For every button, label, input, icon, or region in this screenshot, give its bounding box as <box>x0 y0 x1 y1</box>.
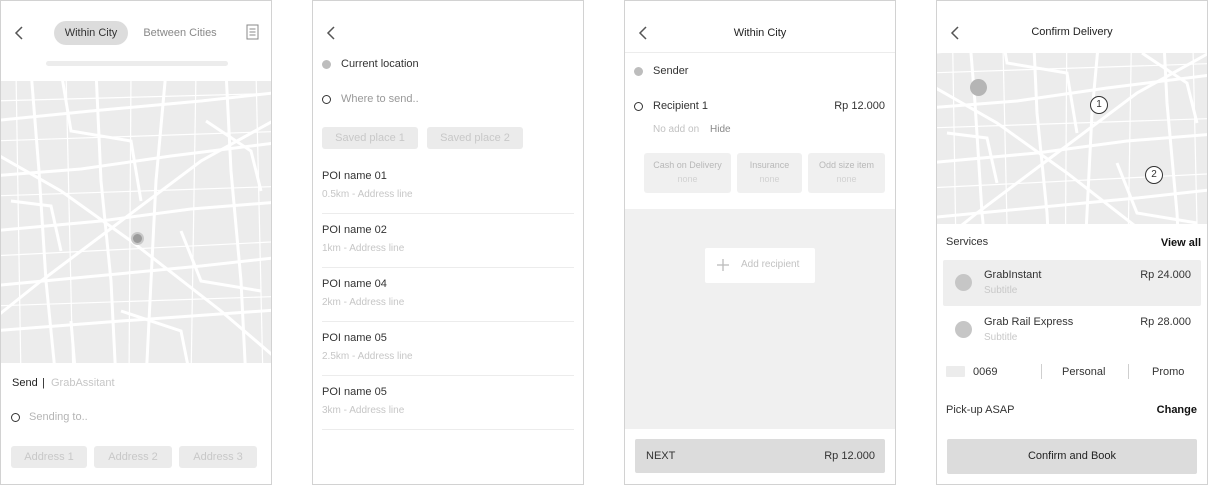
divider <box>322 213 574 214</box>
route-map[interactable]: 1 2 <box>937 53 1207 224</box>
address-chip-2[interactable]: Address 2 <box>94 446 172 468</box>
recipient-label[interactable]: Recipient 1 <box>653 100 708 112</box>
dropoff-marker-1: 1 <box>1090 96 1108 114</box>
service-price: Rp 24.000 <box>1140 269 1191 281</box>
payment-method[interactable]: 0069 <box>973 366 997 378</box>
screen-confirm-delivery: Confirm Delivery 1 2 Services View all G… <box>936 0 1208 485</box>
dropoff-marker-2: 2 <box>1145 166 1163 184</box>
grab-assistant-label[interactable]: GrabAssitant <box>51 377 115 389</box>
search-bar-placeholder <box>46 61 228 66</box>
back-arrow-icon[interactable] <box>323 25 339 41</box>
sender-field[interactable]: Sender <box>653 65 688 77</box>
page-title: Within City <box>733 27 787 39</box>
view-all-link[interactable]: View all <box>1161 237 1201 249</box>
service-name: Grab Rail Express <box>984 316 1074 328</box>
service-icon <box>955 274 972 291</box>
addon-insurance[interactable]: Insurance none <box>737 153 802 193</box>
hide-addons-link[interactable]: Hide <box>710 124 731 135</box>
addon-title: Insurance <box>749 160 790 170</box>
poi-name: POI name 02 <box>322 224 387 236</box>
destination-ring-icon <box>322 95 331 104</box>
header-divider <box>625 52 895 53</box>
saved-place-chip-1[interactable]: Saved place 1 <box>322 127 418 149</box>
screen-send-home: Within City Between Cities Send | GrabAs… <box>0 0 272 485</box>
poi-address: 2.5km - Address line <box>322 351 413 362</box>
divider <box>1041 364 1042 379</box>
poi-address: 3km - Address line <box>322 405 405 416</box>
addon-cash-on-delivery[interactable]: Cash on Delivery none <box>644 153 731 193</box>
next-label: NEXT <box>646 450 676 462</box>
divider <box>1128 364 1129 379</box>
divider <box>322 375 574 376</box>
destination-ring-icon <box>11 413 20 422</box>
profile-selector[interactable]: Personal <box>1062 366 1105 378</box>
screen-within-city-details: Within City Sender Recipient 1 Rp 12.000… <box>624 0 896 485</box>
service-subtitle: Subtitle <box>984 332 1018 343</box>
addon-title: Cash on Delivery <box>653 160 722 170</box>
map-view[interactable] <box>1 81 271 363</box>
address-chip-1[interactable]: Address 1 <box>11 446 87 468</box>
addon-value: none <box>836 174 857 184</box>
label-separator: | <box>42 377 45 389</box>
back-arrow-icon[interactable] <box>11 25 27 41</box>
plus-icon <box>717 259 729 271</box>
change-pickup-link[interactable]: Change <box>1157 404 1197 416</box>
saved-place-chip-2[interactable]: Saved place 2 <box>427 127 523 149</box>
screen-select-destination: Current location Where to send.. Saved p… <box>312 0 584 485</box>
service-price: Rp 28.000 <box>1140 316 1191 328</box>
service-name: GrabInstant <box>984 269 1042 281</box>
current-location-field[interactable]: Current location <box>341 58 419 70</box>
page-title: Confirm Delivery <box>1031 26 1113 38</box>
poi-name: POI name 05 <box>322 386 387 398</box>
poi-name: POI name 04 <box>322 278 387 290</box>
add-recipient-label: Add recipient <box>741 259 800 270</box>
send-label[interactable]: Send <box>12 377 38 389</box>
where-to-send-input[interactable]: Where to send.. <box>341 93 419 105</box>
document-icon[interactable] <box>246 24 259 40</box>
sender-dot-icon <box>634 67 643 76</box>
poi-address: 0.5km - Address line <box>322 189 413 200</box>
next-button[interactable]: NEXT Rp 12.000 <box>635 439 885 473</box>
addon-odd-size-item[interactable]: Odd size item none <box>808 153 885 193</box>
service-icon <box>955 321 972 338</box>
divider <box>322 321 574 322</box>
service-option-grabinstant[interactable]: GrabInstant Subtitle Rp 24.000 <box>943 260 1201 306</box>
confirm-and-book-button[interactable]: Confirm and Book <box>947 439 1197 474</box>
addon-value: none <box>759 174 780 184</box>
add-recipient-button[interactable]: Add recipient <box>705 248 815 283</box>
recipients-area: Add recipient <box>625 209 895 429</box>
poi-address: 2km - Address line <box>322 297 405 308</box>
recipient-ring-icon <box>634 102 643 111</box>
service-subtitle: Subtitle <box>984 285 1018 296</box>
pickup-marker-icon <box>970 79 987 96</box>
poi-name: POI name 01 <box>322 170 387 182</box>
service-option-grab-rail-express[interactable]: Grab Rail Express Subtitle Rp 28.000 <box>943 307 1201 353</box>
promo-button[interactable]: Promo <box>1152 366 1184 378</box>
poi-address: 1km - Address line <box>322 243 405 254</box>
no-addon-text: No add on <box>653 124 700 135</box>
pickup-time-label: Pick-up ASAP <box>946 404 1015 416</box>
recipient-price: Rp 12.000 <box>834 100 885 112</box>
address-chip-3[interactable]: Address 3 <box>179 446 257 468</box>
services-heading: Services <box>946 236 989 248</box>
current-location-pin-icon <box>131 232 144 245</box>
divider <box>322 429 574 430</box>
addon-title: Odd size item <box>818 160 875 170</box>
next-price: Rp 12.000 <box>824 450 875 462</box>
tab-within-city[interactable]: Within City <box>54 21 128 45</box>
tab-between-cities[interactable]: Between Cities <box>135 21 225 45</box>
addon-value: none <box>677 174 698 184</box>
payment-card-icon <box>946 366 965 377</box>
sending-to-input[interactable]: Sending to.. <box>29 411 88 423</box>
poi-name: POI name 05 <box>322 332 387 344</box>
divider <box>322 267 574 268</box>
current-location-dot-icon <box>322 60 331 69</box>
